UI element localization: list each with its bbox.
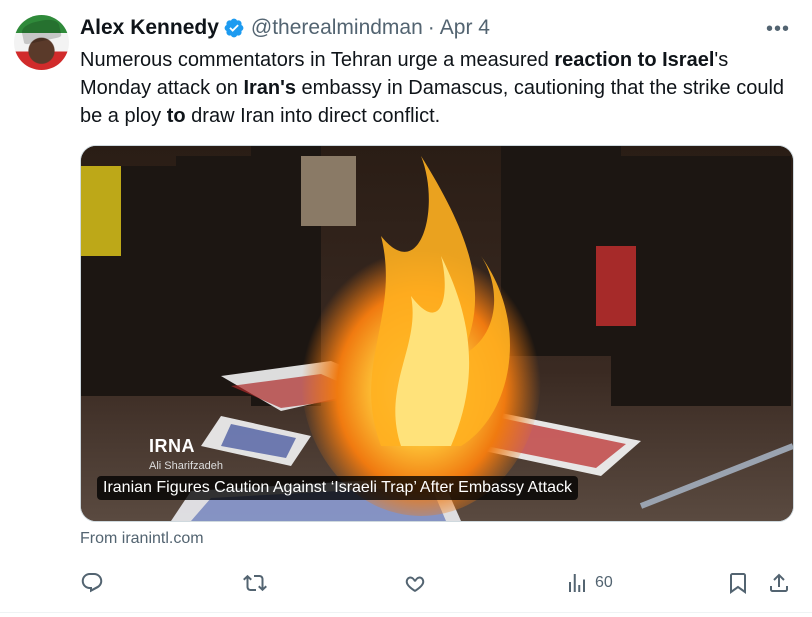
text-bold: reaction to Israel [554,49,715,71]
author-name[interactable]: Alex Kennedy [80,16,219,40]
text-bold: Iran's [243,77,296,99]
tweet-date[interactable]: Apr 4 [440,16,490,40]
like-button[interactable] [403,563,427,603]
share-button[interactable] [767,563,791,603]
bottom-divider [0,612,812,613]
verified-badge-icon [223,17,245,39]
reply-button[interactable] [80,563,104,603]
retweet-button[interactable] [243,563,267,603]
share-icon [770,573,788,592]
author-handle[interactable]: @therealmindman [251,16,423,40]
header-separator: · [427,16,435,39]
card-source[interactable]: From iranintl.com [80,530,204,548]
text-part: Numerous commentators in Tehran urge a m… [80,49,555,71]
link-card[interactable]: IRNA Ali Sharifzadeh Iranian Figures Cau… [80,145,794,522]
photo-watermark: IRNA [149,436,195,456]
bookmark-button[interactable] [726,563,750,603]
tweet-header: Alex Kennedy @therealmindman · Apr 4 [80,15,490,41]
more-options-icon[interactable]: ••• [766,18,790,41]
tweet-actions: 60 [0,563,812,603]
card-caption: Iranian Figures Caution Against ‘Israeli… [97,476,578,500]
retweet-icon [243,574,267,592]
author-avatar[interactable] [14,15,69,70]
bookmark-icon [730,573,746,594]
views-button[interactable]: 60 [565,563,613,603]
card-photo: IRNA Ali Sharifzadeh Iranian Figures Cau… [81,146,793,521]
views-count: 60 [595,574,613,591]
reply-icon [81,573,103,593]
heart-icon [405,576,425,592]
photo-credit: Ali Sharifzadeh [149,460,223,472]
text-bold: to [166,105,186,127]
text-part: draw Iran into direct conflict. [185,105,441,127]
tweet-text: Numerous commentators in Tehran urge a m… [80,46,790,130]
views-icon [569,574,585,592]
